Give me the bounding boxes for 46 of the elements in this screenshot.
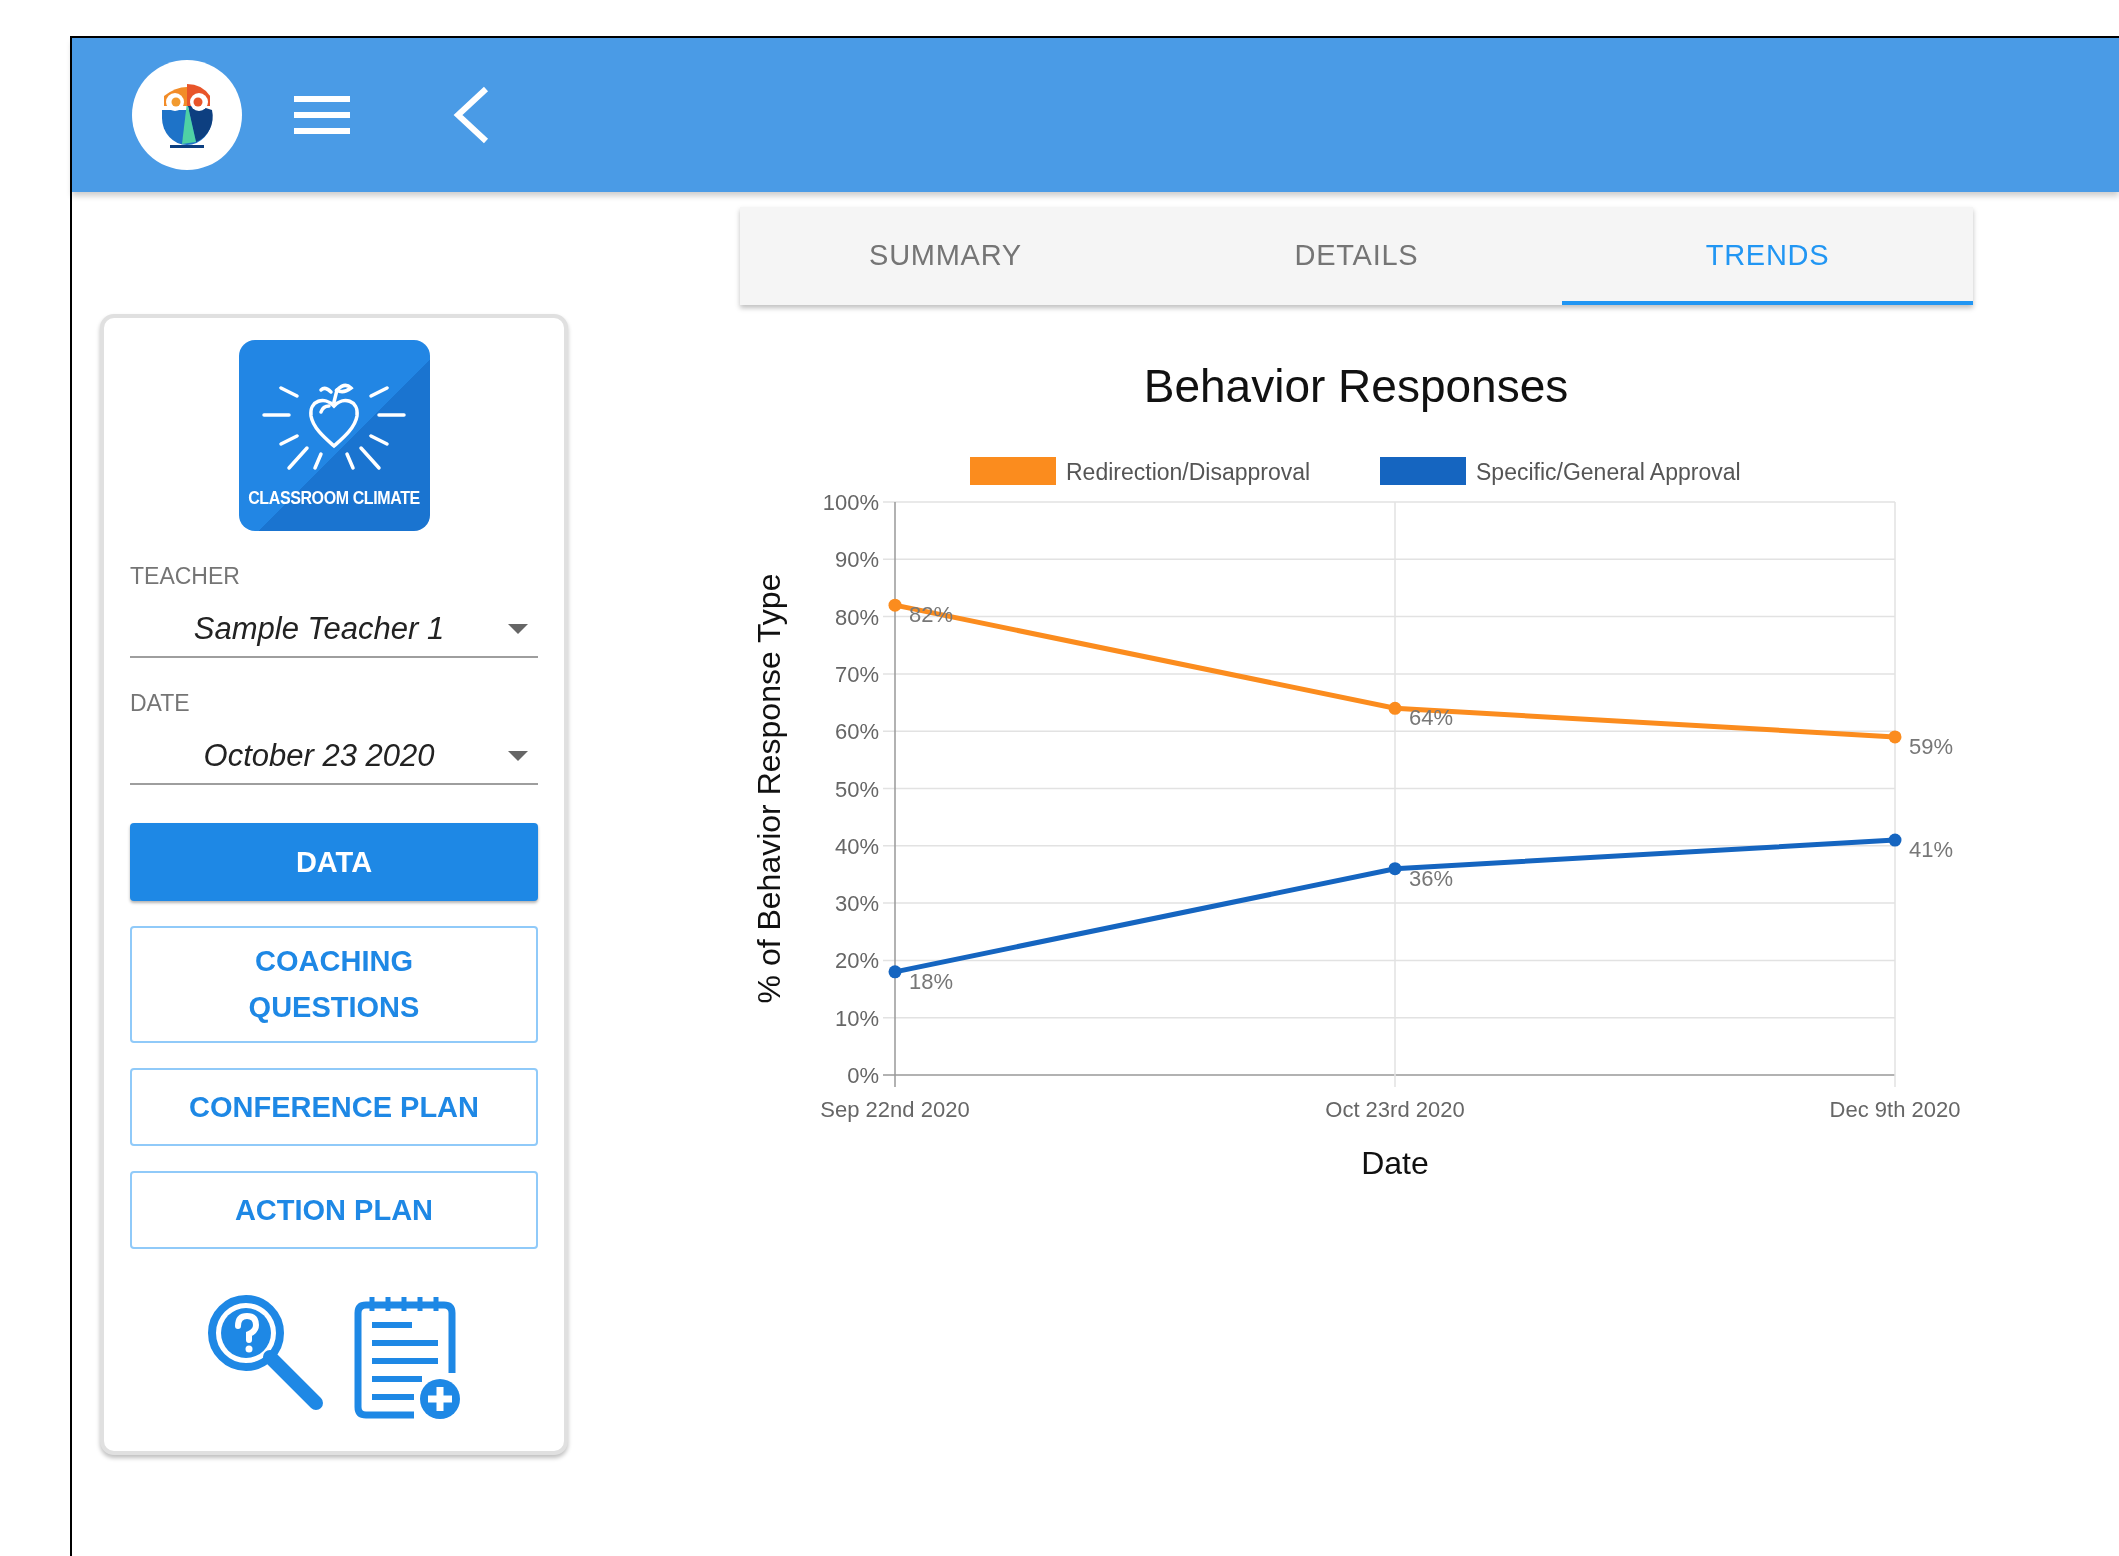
dropdown-select[interactable]: Sample Teacher 1 <box>130 602 538 658</box>
tab[interactable]: SUMMARY <box>740 207 1151 305</box>
data-label: 64% <box>1409 705 1454 731</box>
x-tick-label: Oct 23rd 2020 <box>1325 1097 1465 1122</box>
chart-title: Behavior Responses <box>1143 360 1569 412</box>
y-tick-label: 50% <box>834 776 879 802</box>
x-tick-label: Sep 22nd 2020 <box>820 1097 970 1122</box>
back-icon[interactable] <box>452 85 490 145</box>
dropdown-select[interactable]: October 23 2020 <box>130 729 538 785</box>
y-tick-label: 20% <box>834 948 879 974</box>
legend-label: Redirection/Disapproval <box>1066 459 1311 485</box>
y-tick-label: 40% <box>834 833 879 859</box>
nav-button[interactable]: CONFERENCE PLAN <box>130 1067 538 1146</box>
nav-button[interactable]: ACTION PLAN <box>130 1170 538 1249</box>
caret-icon <box>508 624 528 634</box>
x-axis-title: Date <box>1361 1145 1429 1181</box>
data-label: 18% <box>909 968 954 994</box>
tab[interactable]: DETAILS <box>1151 207 1562 305</box>
data-point <box>888 965 902 979</box>
data-point <box>1888 730 1902 744</box>
y-tick-label: 70% <box>834 661 879 687</box>
y-tick-label: 100% <box>822 490 879 515</box>
y-tick-label: 60% <box>834 719 879 745</box>
menu-icon[interactable] <box>294 95 350 135</box>
tile-label: CLASSROOM CLIMATE <box>248 486 420 510</box>
data-point <box>1388 701 1402 715</box>
data-point <box>1888 833 1902 847</box>
field-label: TEACHER <box>130 565 241 588</box>
y-tick-label: 0% <box>847 1063 879 1088</box>
y-axis-title: % of Behavior Response Type <box>751 573 787 1004</box>
nav-button[interactable]: COACHING QUESTIONS <box>130 926 538 1043</box>
y-tick-label: 10% <box>834 1005 879 1031</box>
nav-button[interactable]: DATA <box>130 823 538 901</box>
y-tick-label: 30% <box>834 891 879 917</box>
tab[interactable]: TRENDS <box>1562 207 1973 305</box>
x-tick-label: Dec 9th 2020 <box>1829 1097 1961 1122</box>
data-point <box>888 598 902 612</box>
data-point <box>1388 862 1402 876</box>
legend-label: Specific/General Approval <box>1476 459 1741 485</box>
caret-icon <box>508 751 528 761</box>
y-tick-label: 90% <box>834 547 879 573</box>
y-tick-label: 80% <box>834 604 879 630</box>
data-label: 59% <box>1909 733 1954 759</box>
field-label: DATE <box>130 692 191 715</box>
data-label: 41% <box>1909 837 1954 863</box>
data-label: 36% <box>1409 865 1454 891</box>
